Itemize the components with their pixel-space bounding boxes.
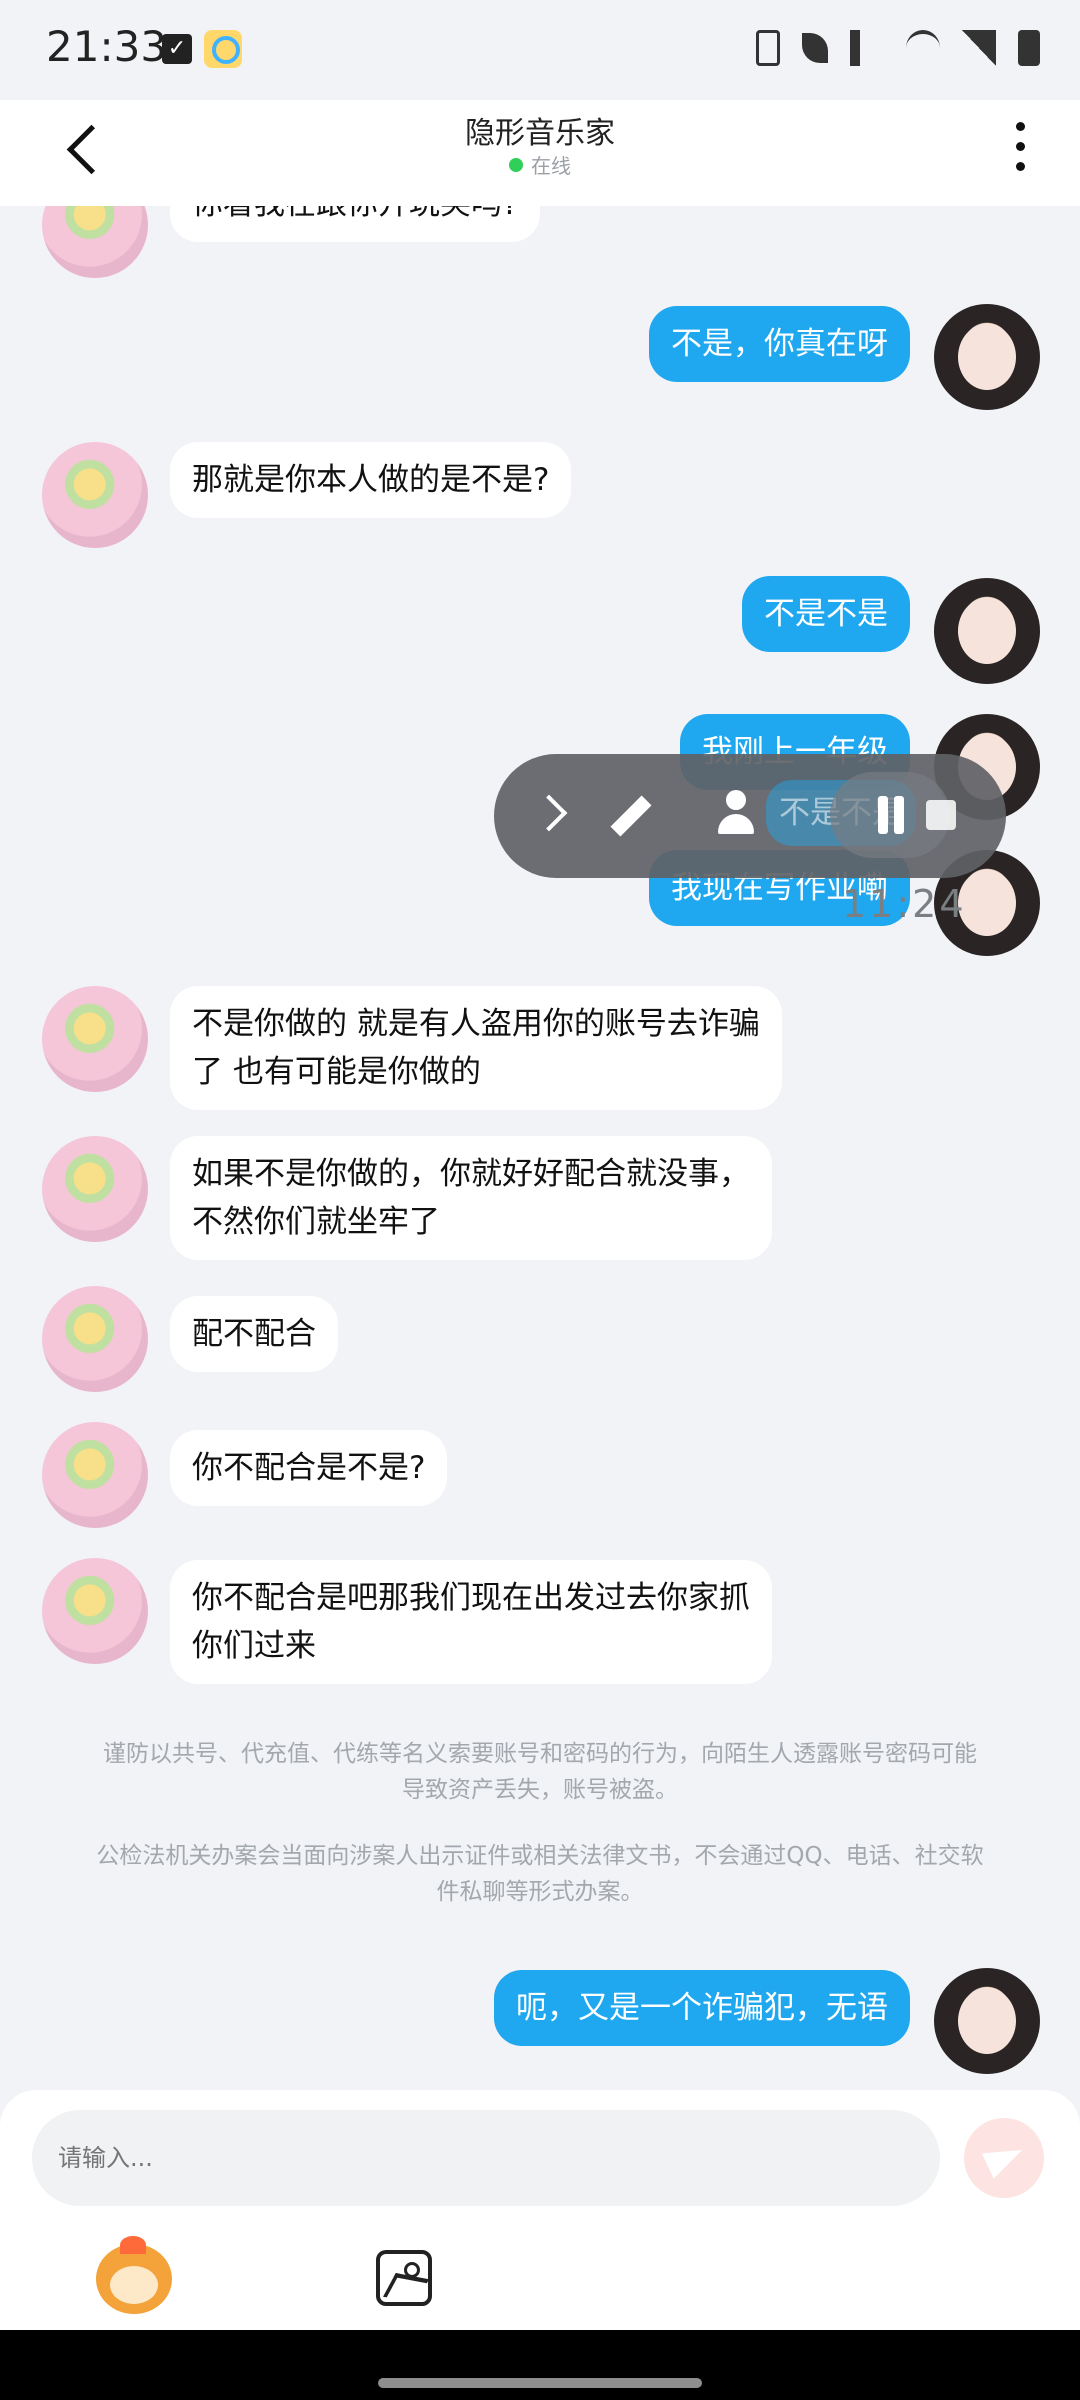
contact-avatar[interactable] [42,1422,148,1528]
more-vertical-icon[interactable] [1000,118,1040,178]
mute-icon [850,30,884,66]
security-notice: 谨防以共号、代充值、代练等名义索要账号和密码的行为，向陌生人透露账号密码可能 导… [70,1736,1010,1808]
message-bubble-outgoing: 不是，你真在呀 [649,306,910,382]
chat-messages: 你看我在跟你开玩笑吗? 不是，你真在呀 那就是你本人做的是不是? 不是不是 我刚… [0,206,1080,2090]
message-input[interactable] [32,2110,940,2206]
message-bubble-incoming: 你不配合是吧那我们现在出发过去你家抓 你们过来 [170,1560,772,1684]
message-line: 你们过来 [192,1628,316,1664]
message-line: 如果不是你做的，你就好好配合就没事， [192,1156,750,1192]
message-bubble-incoming: 不是你做的 就是有人盗用你的账号去诈骗 了 也有可能是你做的 [170,986,782,1110]
checkbox-notification-icon: ✓ [162,34,192,64]
chevron-right-icon[interactable] [532,794,568,830]
online-dot-icon [509,158,523,172]
wifi-icon [906,30,940,66]
notice-line: 导致资产丢失，账号被盗。 [402,1777,678,1803]
message-bubble-incoming: 你不配合是不是? [170,1430,448,1506]
contact-avatar[interactable] [42,1136,148,1242]
screen-recorder-overlay: 不是不是 [494,754,1006,878]
message-line: 了 也有可能是你做的 [192,1054,481,1090]
contact-avatar[interactable] [42,986,148,1092]
send-icon[interactable] [964,2118,1044,2198]
message-bubble-incoming: 配不配合 [170,1296,338,1372]
contact-avatar[interactable] [42,206,148,278]
battery-saver-icon [756,30,780,66]
notice-line: 公检法机关办案会当面向涉案人出示证件或相关法律文书，不会通过QQ、电话、社交软 [96,1843,984,1869]
message-bubble-incoming: 如果不是你做的，你就好好配合就没事， 不然你们就坐牢了 [170,1136,772,1260]
my-avatar[interactable] [934,304,1040,410]
status-time: 21:33 [46,22,168,71]
stop-icon[interactable] [926,800,956,830]
system-nav-bar [0,2330,1080,2400]
contact-name: 隐形音乐家 [465,116,615,151]
online-status: 在线 [0,150,1080,179]
image-icon[interactable] [376,2250,432,2306]
message-bubble-incoming: 那就是你本人做的是不是? [170,442,572,518]
notice-line: 件私聊等形式办案。 [436,1879,644,1905]
person-icon[interactable] [716,790,756,840]
status-icons [756,30,1040,66]
chat-header: 隐形音乐家 在线 [0,100,1080,206]
message-line: 不是你做的 就是有人盗用你的账号去诈骗 [192,1006,760,1042]
contact-avatar[interactable] [42,442,148,548]
status-bar: 21:33 ✓ [0,0,1080,100]
message-line: 不然你们就坐牢了 [192,1204,440,1240]
message-bubble-outgoing: 不是不是 [742,576,910,652]
my-avatar[interactable] [934,1968,1040,2074]
signal-icon [962,30,996,66]
message-bubble-outgoing: 呃，又是一个诈骗犯，无语 [494,1970,910,2046]
pencil-icon[interactable] [606,792,656,842]
input-bar [0,2090,1080,2330]
online-status-label: 在线 [531,154,571,178]
police-notice: 公检法机关办案会当面向涉案人出示证件或相关法律文书，不会通过QQ、电话、社交软 … [70,1838,1010,1910]
contact-avatar[interactable] [42,1558,148,1664]
eco-mode-icon [802,33,828,63]
home-handle[interactable] [378,2378,702,2388]
message-line: 你不配合是吧那我们现在出发过去你家抓 [192,1580,750,1616]
recording-timer: 11:24 [842,882,967,926]
contact-avatar[interactable] [42,1286,148,1392]
my-avatar[interactable] [934,578,1040,684]
notice-line: 谨防以共号、代充值、代练等名义索要账号和密码的行为，向陌生人透露账号密码可能 [103,1741,977,1767]
app-notification-icon [204,30,242,68]
battery-icon [1018,30,1040,66]
message-bubble-incoming: 你看我在跟你开玩笑吗? [170,206,541,242]
monkey-sticker-icon[interactable] [96,2236,172,2314]
